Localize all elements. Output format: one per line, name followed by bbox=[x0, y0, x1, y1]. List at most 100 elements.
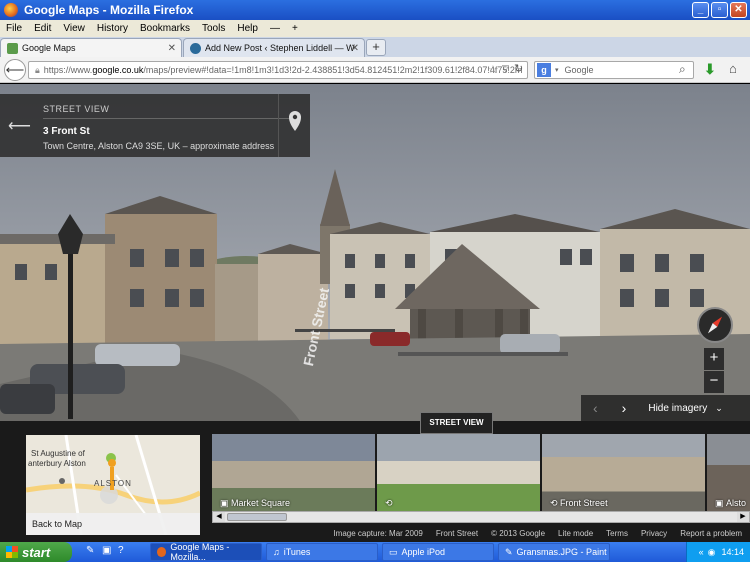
window-title-bar: Google Maps - Mozilla Firefox _ ▫ ✕ bbox=[0, 0, 750, 20]
wordpress-favicon-icon bbox=[190, 42, 201, 54]
card-label: STREET VIEW bbox=[43, 104, 110, 114]
home-icon[interactable]: ⌂ bbox=[729, 61, 737, 76]
card-divider bbox=[43, 118, 298, 119]
map-footer: Image capture: Mar 2009 Front Street © 2… bbox=[200, 525, 750, 541]
navigation-bar: ⟵ 🔒︎ https://www. google.co.uk/maps/previ… bbox=[0, 57, 750, 83]
street-view-tab[interactable]: STREET VIEW bbox=[420, 412, 493, 434]
url-prefix: https://www. bbox=[43, 65, 93, 75]
thumbnail-label: ⟲ Front Street bbox=[550, 498, 608, 508]
menu-history[interactable]: History bbox=[97, 23, 128, 34]
footer-privacy[interactable]: Privacy bbox=[641, 529, 667, 538]
footer-image-capture: Image capture: Mar 2009 bbox=[333, 528, 423, 538]
location-pin-icon bbox=[289, 111, 301, 131]
tray-arrow-icon[interactable]: « bbox=[699, 547, 704, 557]
itunes-task-icon: ♫ bbox=[273, 547, 280, 557]
menu-help[interactable]: Help bbox=[237, 23, 258, 34]
firefox-task-icon bbox=[157, 547, 167, 557]
dropdown-icon[interactable]: ▽ bbox=[502, 63, 509, 74]
footer-report[interactable]: Report a problem bbox=[680, 529, 742, 538]
footer-lite-mode[interactable]: Lite mode bbox=[558, 529, 593, 538]
taskbar-label: Google Maps - Mozilla... bbox=[170, 542, 230, 562]
quicklaunch-desktop-icon[interactable]: ▣ bbox=[102, 545, 111, 556]
paint-task-icon: ✎ bbox=[505, 546, 513, 557]
chevron-down-icon[interactable]: ⌄ bbox=[715, 403, 723, 414]
menu-file[interactable]: File bbox=[6, 23, 22, 34]
close-tab-icon[interactable]: ✕ bbox=[168, 43, 176, 54]
footer-terms[interactable]: Terms bbox=[606, 529, 628, 538]
menu-bookmarks[interactable]: Bookmarks bbox=[140, 23, 190, 34]
street-view-info-card: ⟵ STREET VIEW 3 Front St Town Centre, Al… bbox=[0, 94, 310, 157]
search-magnifier-icon[interactable]: ⌕ bbox=[679, 62, 686, 77]
google-maps-favicon-icon bbox=[7, 42, 18, 54]
tab-wordpress[interactable]: Add New Post ‹ Stephen Liddell — WordP..… bbox=[183, 38, 365, 57]
compass-control[interactable] bbox=[697, 307, 733, 343]
bookmark-star-icon[interactable]: ☆ bbox=[488, 63, 498, 76]
taskbar-item-itunes[interactable]: ♫ iTunes bbox=[266, 543, 378, 561]
back-button[interactable]: ⟵ bbox=[4, 59, 26, 81]
back-arrow-icon[interactable]: ⟵ bbox=[8, 116, 31, 136]
tray-icon[interactable]: ◉ bbox=[708, 547, 716, 558]
menu-view[interactable]: View bbox=[63, 23, 85, 34]
system-tray: « ◉ 14:14 bbox=[686, 542, 750, 562]
thumbnail-label: ▣ Market Square bbox=[220, 498, 291, 508]
prev-image-icon[interactable]: ‹ bbox=[593, 400, 598, 416]
thumbnail-3[interactable]: ⟲ Front Street bbox=[542, 434, 705, 511]
menu-tools[interactable]: Tools bbox=[202, 23, 225, 34]
hide-imagery-button[interactable]: Hide imagery bbox=[648, 403, 707, 414]
tab-bar: Google Maps ✕ Add New Post ‹ Stephen Lid… bbox=[0, 37, 750, 57]
taskbar-item-firefox[interactable]: Google Maps - Mozilla... bbox=[150, 542, 262, 562]
zoom-in-button[interactable]: + bbox=[704, 348, 724, 370]
download-arrow-icon[interactable]: ⬇ bbox=[704, 61, 716, 78]
menu-edit[interactable]: Edit bbox=[34, 23, 51, 34]
search-placeholder: Google bbox=[564, 65, 594, 75]
scroll-right-icon[interactable]: ▶ bbox=[737, 512, 749, 522]
address-bar[interactable]: 🔒︎ https://www. google.co.uk/maps/preview… bbox=[28, 61, 528, 79]
zoom-out-button[interactable]: − bbox=[704, 371, 724, 393]
back-to-map-button[interactable]: Back to Map bbox=[26, 513, 200, 535]
thumbnail-scrollbar[interactable]: ◀ ▶ bbox=[212, 511, 750, 523]
search-engine-dropdown-icon: ▾ bbox=[555, 67, 559, 74]
maximize-button[interactable]: ▫ bbox=[711, 2, 728, 18]
thumbnail-4[interactable]: ▣ Alsto bbox=[707, 434, 750, 511]
reload-icon[interactable]: ↻ bbox=[514, 62, 523, 75]
taskbar-item-ipod[interactable]: ▭ Apple iPod bbox=[382, 543, 494, 561]
taskbar-label: Gransmas.JPG - Paint bbox=[516, 547, 607, 557]
url-domain: google.co.uk bbox=[92, 65, 144, 75]
poi-label-2: anterbury Alston bbox=[28, 459, 86, 468]
panorama-360-icon: ⟲ bbox=[385, 498, 393, 508]
quicklaunch-icon[interactable]: ✎ bbox=[86, 545, 94, 556]
plus-menu-icon[interactable]: + bbox=[292, 23, 298, 34]
scroll-thumb[interactable] bbox=[227, 513, 287, 521]
quicklaunch-help-icon[interactable]: ? bbox=[118, 545, 124, 556]
start-label: start bbox=[22, 544, 51, 560]
close-tab-icon[interactable]: ✕ bbox=[351, 43, 359, 54]
compass-needle-icon bbox=[707, 316, 723, 334]
taskbar-label: iTunes bbox=[283, 547, 311, 557]
footer-copyright: © 2013 Google bbox=[491, 528, 546, 538]
tab-label: Add New Post ‹ Stephen Liddell — WordP..… bbox=[205, 43, 355, 53]
taskbar-label: Apple iPod bbox=[401, 547, 446, 557]
lock-icon: 🔒︎ bbox=[35, 64, 40, 75]
minimize-button[interactable]: _ bbox=[692, 2, 709, 18]
search-box[interactable]: g ▾ Google bbox=[534, 61, 694, 79]
thumbnail-1[interactable]: ▣ Market Square bbox=[212, 434, 375, 511]
thumbnail-2[interactable]: ⟲ bbox=[377, 434, 540, 511]
next-image-icon[interactable]: › bbox=[622, 400, 627, 416]
google-search-icon: g bbox=[537, 63, 551, 77]
town-label: ALSTON bbox=[94, 479, 132, 488]
tab-label: Google Maps bbox=[22, 43, 76, 53]
taskbar: start ✎ ▣ ? Google Maps - Mozilla... ♫ i… bbox=[0, 542, 750, 562]
card-address: 3 Front St bbox=[43, 126, 90, 137]
close-button[interactable]: ✕ bbox=[730, 2, 747, 18]
taskbar-item-paint[interactable]: ✎ Gransmas.JPG - Paint bbox=[498, 543, 610, 561]
footer-street: Front Street bbox=[435, 528, 479, 538]
minimize-menu-icon[interactable]: — bbox=[270, 23, 280, 34]
tab-google-maps[interactable]: Google Maps ✕ bbox=[0, 38, 182, 57]
new-tab-button[interactable]: + bbox=[366, 39, 386, 56]
location-pin-button[interactable] bbox=[278, 94, 310, 157]
scroll-left-icon[interactable]: ◀ bbox=[213, 512, 225, 522]
ipod-task-icon: ▭ bbox=[389, 546, 398, 557]
window-title: Google Maps - Mozilla Firefox bbox=[24, 3, 194, 17]
start-button[interactable]: start bbox=[0, 542, 72, 562]
card-subtitle: Town Centre, Alston CA9 3SE, UK – approx… bbox=[43, 141, 275, 151]
